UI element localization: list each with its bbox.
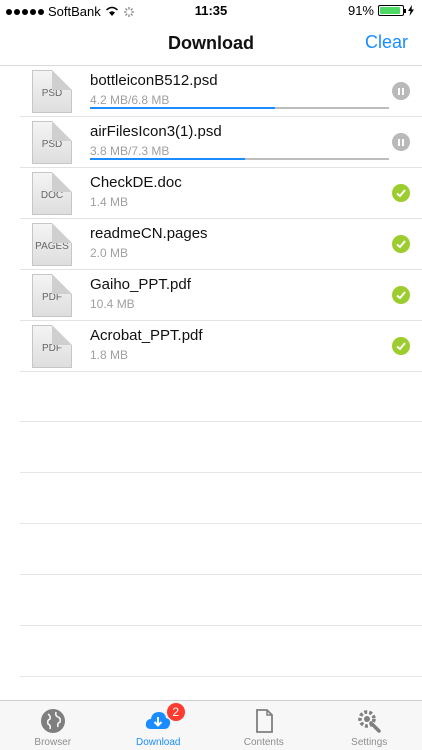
tab-label: Contents [243,737,284,748]
download-progress-fill [90,107,276,109]
file-name: Gaiho_PPT.pdf [90,276,191,293]
empty-row-divider [20,421,422,422]
page-title: Download [168,33,254,53]
file-name: readmeCN.pages [90,225,208,242]
list-item[interactable]: PSD bottleiconB512.psd 4.2 MB/6.8 MB [20,66,422,117]
file-type-label: PDF [42,292,62,303]
list-item[interactable]: PSD airFilesIcon3(1).psd 3.8 MB/7.3 MB [20,117,422,168]
file-icon: PAGES [32,223,72,266]
file-name: airFilesIcon3(1).psd [90,123,222,140]
clear-button[interactable]: Clear [365,32,408,53]
empty-row-divider [20,472,422,473]
file-name: Acrobat_PPT.pdf [90,327,203,344]
empty-row-divider [20,574,422,575]
file-size: 2.0 MB [90,246,129,260]
download-progress-fill [90,158,246,160]
file-size: 10.4 MB [90,297,135,311]
checkmark-icon [392,286,410,304]
gear-wrench-icon [358,710,381,733]
download-list: PSD bottleiconB512.psd 4.2 MB/6.8 MB PSD air… [0,66,422,372]
document-icon [255,709,273,733]
checkmark-icon [392,337,410,355]
file-size: 1.8 MB [90,348,129,362]
tab-label: Download [136,737,181,748]
checkmark-icon [392,235,410,253]
list-item[interactable]: PAGES readmeCN.pages 2.0 MB [20,219,422,270]
download-progress-bar [90,107,389,109]
list-item[interactable]: PDF Gaiho_PPT.pdf 10.4 MB [20,270,422,321]
tab-browser[interactable]: Browser [0,701,106,750]
file-icon: PSD [32,121,72,164]
download-progress-bar [90,158,389,160]
battery-icon [378,5,406,16]
checkmark-icon [392,184,410,202]
tab-bar: Browser 2 Download Contents Settings [0,700,422,750]
file-size: 3.8 MB/7.3 MB [90,144,170,158]
empty-row-divider [20,676,422,677]
list-item[interactable]: DOC CheckDE.doc 1.4 MB [20,168,422,219]
tab-label: Browser [34,737,72,748]
charging-bolt-icon [408,5,414,16]
file-type-label: PSD [41,88,63,99]
status-bar: SoftBank 11:35 91% [0,0,422,22]
file-type-label: PAGES [35,241,69,252]
pause-icon[interactable] [392,82,410,100]
list-item[interactable]: PDF Acrobat_PPT.pdf 1.8 MB [20,321,422,372]
navigation-bar: Download Clear [0,22,422,66]
tab-label: Settings [351,737,388,748]
file-name: bottleiconB512.psd [90,72,218,89]
globe-icon [40,709,65,733]
file-size: 1.4 MB [90,195,129,209]
file-icon: DOC [32,172,72,215]
download-count-badge: 2 [166,703,185,721]
file-type-label: PSD [41,139,63,150]
pause-icon[interactable] [392,133,410,151]
battery-percent: 91% [347,3,374,18]
file-icon: PDF [32,274,72,317]
tab-download[interactable]: 2 Download [106,701,212,750]
empty-row-divider [20,625,422,626]
file-type-label: DOC [40,190,64,201]
file-icon: PDF [32,325,72,368]
tab-contents[interactable]: Contents [211,701,317,750]
file-name: CheckDE.doc [90,174,182,191]
file-size: 4.2 MB/6.8 MB [90,93,170,107]
file-icon: PSD [32,70,72,113]
empty-row-divider [20,523,422,524]
tab-settings[interactable]: Settings [317,701,422,750]
file-type-label: PDF [42,343,62,354]
